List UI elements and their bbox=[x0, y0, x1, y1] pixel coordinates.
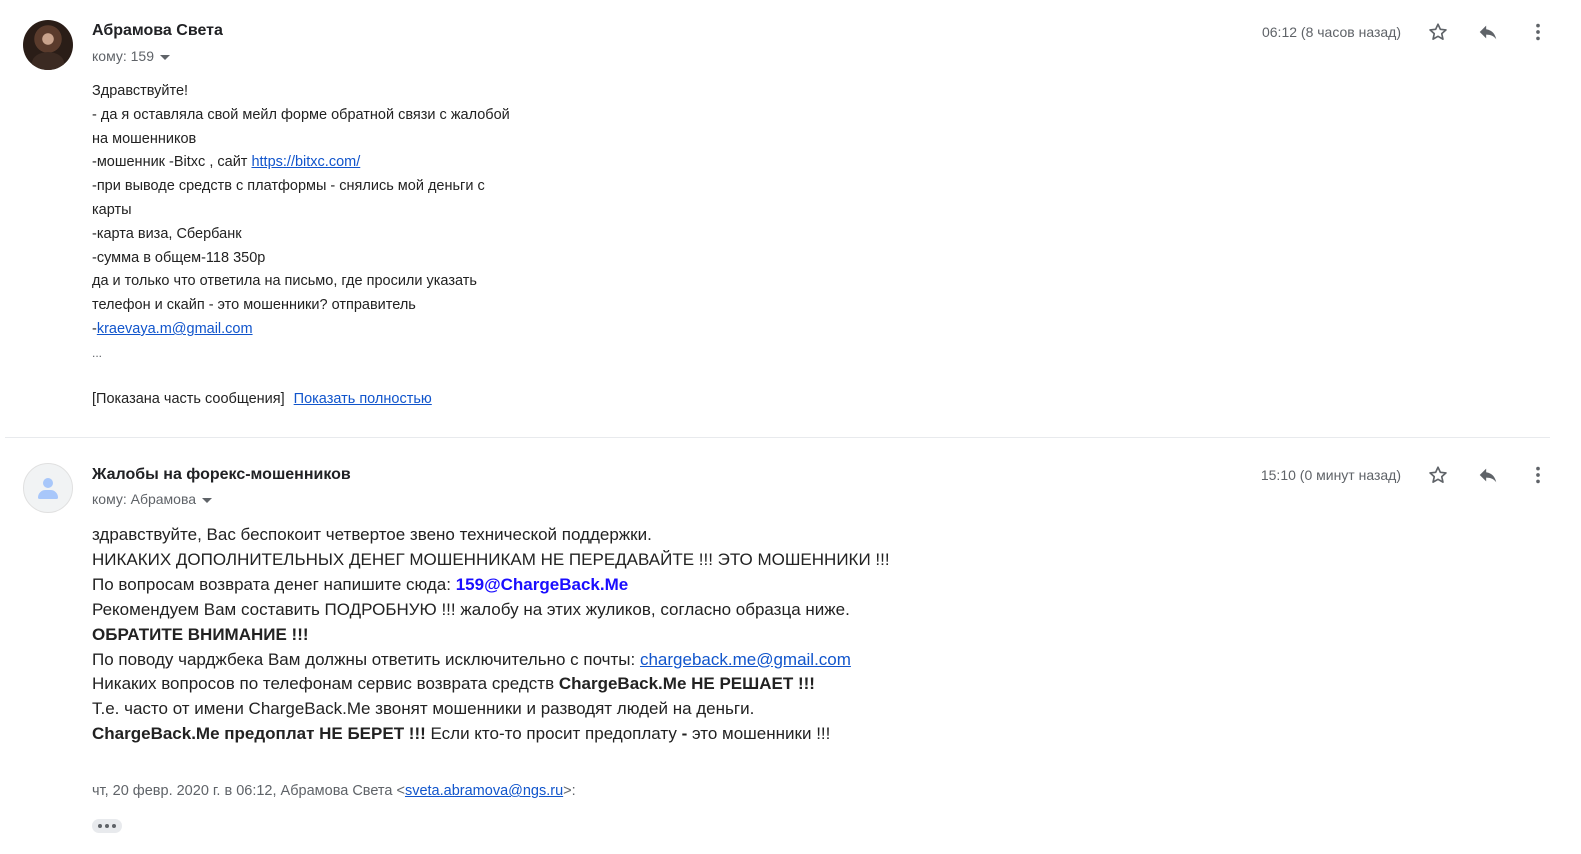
sender-name[interactable]: Жалобы на форекс-мошенников bbox=[92, 466, 351, 484]
prepay-tail: это мошенники !!! bbox=[687, 724, 831, 744]
trimmed-label: [Показана часть сообщения] bbox=[92, 391, 285, 407]
dot-icon bbox=[105, 824, 109, 828]
trimmed-ellipsis: ... bbox=[92, 345, 103, 360]
body-line: -сумма в общем-118 350р bbox=[92, 249, 266, 266]
star-icon bbox=[1429, 466, 1447, 483]
show-trimmed-content-button[interactable] bbox=[92, 819, 122, 833]
sender-avatar[interactable] bbox=[23, 20, 73, 70]
body-line: Здравствуйте! bbox=[92, 83, 189, 99]
body-line: По поводу чарджбека Вам должны ответить … bbox=[92, 648, 992, 673]
body-line: ChargeBack.Me предоплат НЕ БЕРЕТ !!! Есл… bbox=[92, 722, 992, 747]
message-time: 15:10 (0 минут назад) bbox=[1260, 467, 1401, 483]
star-button[interactable] bbox=[1424, 18, 1452, 46]
phone-note: Никаких вопросов по телефонам сервис воз… bbox=[92, 674, 559, 694]
phone-note-bold: ChargeBack.Me НЕ РЕШАЕТ !!! bbox=[558, 674, 815, 694]
body-line: НИКАКИХ ДОПОЛНИТЕЛЬНЫХ ДЕНЕГ МОШЕННИКАМ … bbox=[92, 549, 890, 569]
reply-icon bbox=[1479, 25, 1497, 40]
contact-prefix: По вопросам возврата денег напишите сюда… bbox=[92, 574, 456, 594]
body-line: да и только что ответила на письмо, где … bbox=[92, 273, 477, 290]
recipient-details[interactable]: кому: Абрамова bbox=[92, 491, 213, 507]
quote-email-link[interactable]: sveta.abramova@ngs.ru bbox=[405, 783, 563, 799]
chevron-down-icon[interactable] bbox=[202, 497, 213, 503]
dot-icon bbox=[98, 824, 102, 828]
message-body: здравствуйте, Вас беспокоит четвертое зв… bbox=[92, 523, 992, 747]
body-line: карты bbox=[92, 201, 132, 218]
attention-heading: ОБРАТИТЕ ВНИМАНИЕ !!! bbox=[92, 624, 309, 644]
body-line: -карта виза, Сбербанк bbox=[92, 225, 242, 242]
quoted-header: чт, 20 февр. 2020 г. в 06:12, Абрамова С… bbox=[92, 783, 576, 799]
prepay-text: Если кто-то просит предоплату bbox=[425, 724, 682, 744]
chevron-down-icon[interactable] bbox=[160, 54, 170, 60]
show-full-link[interactable]: Показать полностью bbox=[294, 391, 432, 407]
sender-email-link[interactable]: kraevaya.m@gmail.com bbox=[97, 321, 253, 337]
body-line: Т.е. часто от имени ChargeBack.Me звонят… bbox=[92, 699, 755, 719]
fraud-prefix: -мошенник -Bitxc , сайт bbox=[92, 154, 252, 171]
more-vert-icon bbox=[1536, 466, 1540, 484]
reply-icon bbox=[1479, 468, 1497, 483]
recipient-label: кому: 159 bbox=[92, 48, 154, 64]
reply-button[interactable] bbox=[1474, 461, 1502, 489]
body-line: -мошенник -Bitxc , сайт https://bitxc.co… bbox=[92, 151, 692, 175]
more-options-button[interactable] bbox=[1524, 18, 1552, 46]
recipient-details[interactable]: кому: 159 bbox=[92, 48, 170, 64]
message-divider bbox=[5, 437, 1550, 438]
official-mail-prefix: По поводу чарджбека Вам должны ответить … bbox=[92, 649, 640, 669]
reply-button[interactable] bbox=[1474, 18, 1502, 46]
body-line: - да я оставляла свой мейл форме обратно… bbox=[92, 106, 510, 123]
prepay-bold: ChargeBack.Me предоплат НЕ БЕРЕТ !!! bbox=[92, 724, 426, 744]
fraud-site-link[interactable]: https://bitxc.com/ bbox=[251, 154, 360, 170]
recipient-label: кому: Абрамова bbox=[92, 491, 197, 507]
body-line: здравствуйте, Вас беспокоит четвертое зв… bbox=[92, 525, 652, 544]
default-avatar-icon[interactable] bbox=[23, 463, 73, 513]
more-vert-icon bbox=[1536, 23, 1540, 41]
body-line: Никаких вопросов по телефонам сервис воз… bbox=[92, 672, 992, 697]
quote-suffix: >: bbox=[563, 783, 576, 799]
body-line: По вопросам возврата денег напишите сюда… bbox=[92, 573, 992, 598]
dot-icon bbox=[112, 824, 116, 828]
star-button[interactable] bbox=[1424, 461, 1452, 489]
trimmed-message-note: [Показана часть сообщения] Показать полно… bbox=[92, 391, 432, 407]
quote-prefix: чт, 20 февр. 2020 г. в 06:12, Абрамова С… bbox=[92, 783, 405, 799]
chargeback-email[interactable]: 159@ChargeBack.Me bbox=[456, 575, 629, 594]
sender-name[interactable]: Абрамова Света bbox=[92, 22, 223, 40]
body-line: Рекомендуем Вам составить ПОДРОБНУЮ !!! … bbox=[92, 599, 850, 619]
body-line: -kraevaya.m@gmail.com bbox=[92, 318, 692, 342]
message-time: 06:12 (8 часов назад) bbox=[1261, 24, 1401, 40]
body-line: -при выводе средств с платформы - снялис… bbox=[92, 178, 485, 195]
star-icon bbox=[1429, 23, 1447, 40]
message-body: Здравствуйте! - да я оставляла свой мейл… bbox=[92, 80, 692, 366]
chargeback-gmail-link[interactable]: chargeback.me@gmail.com bbox=[640, 650, 851, 669]
body-line: телефон и скайп - это мошенники? отправи… bbox=[92, 297, 416, 314]
body-line: на мошенников bbox=[92, 130, 197, 147]
more-options-button[interactable] bbox=[1524, 461, 1552, 489]
